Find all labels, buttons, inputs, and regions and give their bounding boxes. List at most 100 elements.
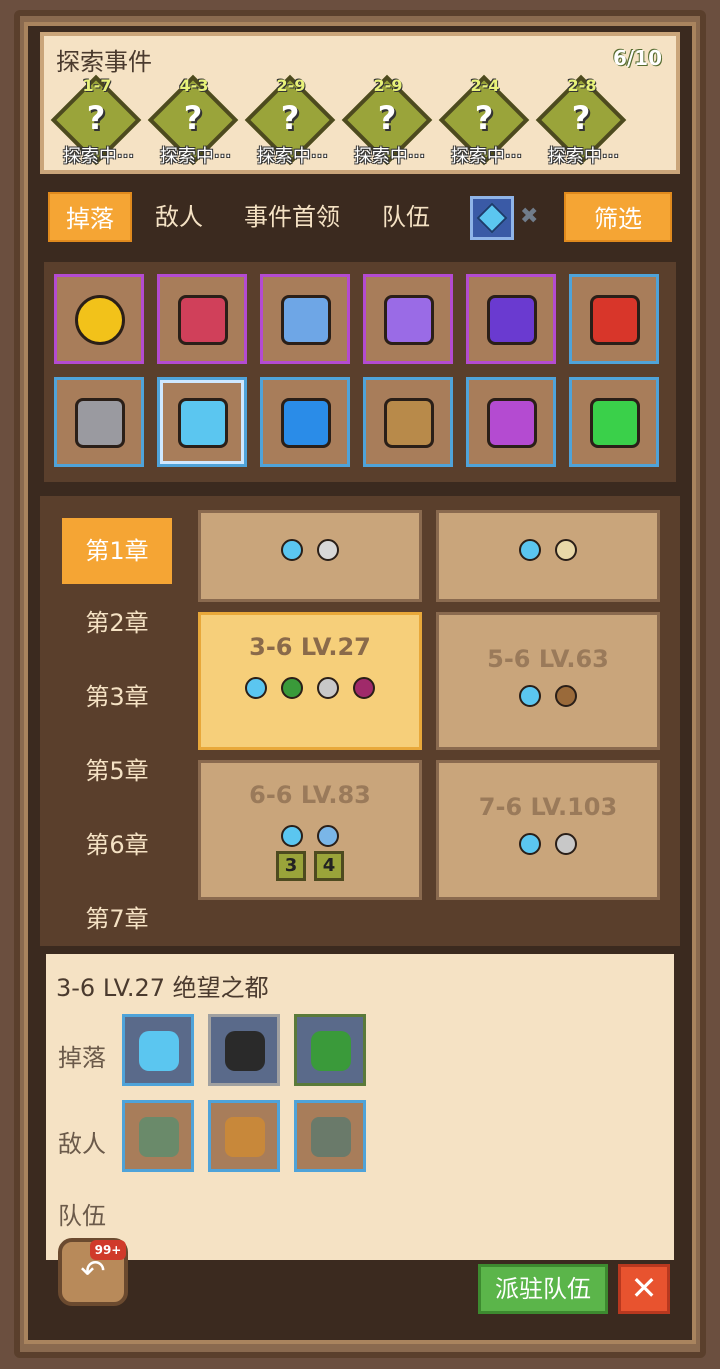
filter-button[interactable]: 筛选: [564, 192, 672, 242]
purple-gem-icon: [487, 295, 537, 345]
stage-card[interactable]: 3-6 LV.27: [198, 612, 422, 750]
event-status: 探索中···: [62, 146, 135, 167]
event-status: 探索中···: [353, 146, 426, 167]
item-slot[interactable]: [157, 377, 247, 467]
drop-item-icon: [555, 833, 577, 855]
detail-team-label: 队伍: [58, 1202, 106, 1230]
detail-drop-slot[interactable]: [208, 1014, 280, 1086]
blue-ore-icon: [281, 398, 331, 448]
stage-drop-list: [439, 539, 657, 561]
chapter-tab[interactable]: 第1章: [62, 518, 172, 584]
item-slot[interactable]: [466, 377, 556, 467]
item-slot[interactable]: [466, 274, 556, 364]
detail-drop-slot[interactable]: [294, 1014, 366, 1086]
item-slot[interactable]: [363, 274, 453, 364]
chapter-stage-area: 第1章 第2章 第3章 第5章 第6章 第7章 3-6 LV.27 5-6 LV.63 6-6 …: [40, 496, 680, 946]
stage-card[interactable]: [436, 510, 660, 602]
selected-filter-chip[interactable]: [470, 196, 514, 240]
drop-item-icon: [519, 685, 541, 707]
chapter-tab[interactable]: 第7章: [62, 888, 172, 950]
event-status: 探索中···: [256, 146, 329, 167]
drop-item-icon: [519, 833, 541, 855]
red-ore-icon: [590, 295, 640, 345]
rock-spirit-icon: [311, 1117, 351, 1157]
stage-card[interactable]: 6-6 LV.83 3 4: [198, 760, 422, 900]
stage-drop-list: [201, 539, 419, 561]
chapter-tab[interactable]: 第3章: [62, 666, 172, 728]
stage-drop-list: [439, 833, 657, 855]
item-grid: [40, 258, 680, 486]
event-status: 探索中···: [159, 146, 232, 167]
question-mark-icon: ?: [280, 99, 300, 137]
explore-event-item[interactable]: ? 4-3 探索中···: [147, 74, 244, 172]
tab-event-boss[interactable]: 事件首领: [234, 192, 350, 242]
drop-item-icon: [281, 825, 303, 847]
detail-enemy-slot[interactable]: [294, 1100, 366, 1172]
stage-drop-list: [201, 825, 419, 847]
item-slot[interactable]: [54, 274, 144, 364]
item-slot[interactable]: [569, 377, 659, 467]
notification-badge: 99+: [90, 1240, 126, 1260]
item-slot[interactable]: [260, 377, 350, 467]
explore-count: 6/10: [612, 46, 662, 70]
chapter-tab[interactable]: 第5章: [62, 740, 172, 802]
event-status: 探索中···: [547, 146, 620, 167]
item-slot[interactable]: [157, 274, 247, 364]
explore-event-item[interactable]: ? 2-9 探索中···: [341, 74, 438, 172]
drop-item-icon: [317, 825, 339, 847]
clear-filter-icon[interactable]: ✖: [520, 204, 538, 229]
item-slot[interactable]: [363, 377, 453, 467]
stage-card[interactable]: [198, 510, 422, 602]
stage-name: 6-6 LV.83: [249, 781, 371, 809]
question-mark-icon: ?: [183, 99, 203, 137]
stage-name: 5-6 LV.63: [487, 645, 609, 673]
item-slot[interactable]: [54, 377, 144, 467]
stage-badges: 34: [201, 851, 419, 881]
question-mark-icon: ?: [86, 99, 106, 137]
stage-name: 3-6 LV.27: [249, 633, 371, 661]
stage-detail-panel: 3-6 LV.27 绝望之都 掉落 敌人 队伍: [46, 954, 674, 1260]
blue-feather-gem-icon: [178, 398, 228, 448]
tab-team[interactable]: 队伍: [368, 192, 444, 242]
detail-drop-slot[interactable]: [122, 1014, 194, 1086]
explore-event-item[interactable]: ? 2-4 探索中···: [438, 74, 535, 172]
monkey-icon: [225, 1117, 265, 1157]
stage-card[interactable]: 7-6 LV.103: [436, 760, 660, 900]
drop-item-icon: [519, 539, 541, 561]
detail-enemy-slot[interactable]: [122, 1100, 194, 1172]
detail-enemy-slot[interactable]: [208, 1100, 280, 1172]
stage-card[interactable]: 5-6 LV.63: [436, 612, 660, 750]
drop-item-icon: [281, 677, 303, 699]
event-list: ? 1-7 探索中···? 4-3 探索中···? 2-9 探索中···? 2-9 探索中···…: [50, 74, 680, 172]
explore-event-item[interactable]: ? 1-7 探索中···: [50, 74, 147, 172]
green-ore-icon: [590, 398, 640, 448]
chapter-tab[interactable]: 第6章: [62, 814, 172, 876]
event-level: 2-8: [567, 76, 597, 95]
event-level: 2-9: [373, 76, 403, 95]
explore-events-panel: 探索事件 6/10 ? 1-7 探索中···? 4-3 探索中···? 2-9 探索中···…: [40, 32, 680, 174]
purple-crystal-icon: [384, 295, 434, 345]
event-level: 2-4: [470, 76, 500, 95]
tab-bar: 掉落 敌人 事件首领 队伍 ✖ 筛选: [40, 184, 680, 250]
drop-item-icon: [317, 539, 339, 561]
explore-event-item[interactable]: ? 2-8 探索中···: [535, 74, 632, 172]
wood-ingot-icon: [384, 398, 434, 448]
stage-detail-title: 3-6 LV.27 绝望之都: [56, 974, 269, 1002]
dispatch-team-button[interactable]: 派驻队伍: [478, 1264, 608, 1314]
question-mark-icon: ?: [474, 99, 494, 137]
tab-enemies[interactable]: 敌人: [144, 192, 214, 242]
drop-item-icon: [281, 539, 303, 561]
event-level: 2-9: [276, 76, 306, 95]
question-mark-icon: ?: [571, 99, 591, 137]
close-button[interactable]: ✕: [618, 1264, 670, 1314]
chapter-tab[interactable]: 第2章: [62, 592, 172, 654]
blue-feather-gem-icon: [476, 202, 508, 234]
purple-leaf-gem-icon: [487, 398, 537, 448]
explore-event-item[interactable]: ? 2-9 探索中···: [244, 74, 341, 172]
drop-item-icon: [555, 685, 577, 707]
stage-name: 7-6 LV.103: [478, 793, 618, 821]
item-slot[interactable]: [260, 274, 350, 364]
drop-item-icon: [245, 677, 267, 699]
item-slot[interactable]: [569, 274, 659, 364]
tab-drops[interactable]: 掉落: [48, 192, 132, 242]
